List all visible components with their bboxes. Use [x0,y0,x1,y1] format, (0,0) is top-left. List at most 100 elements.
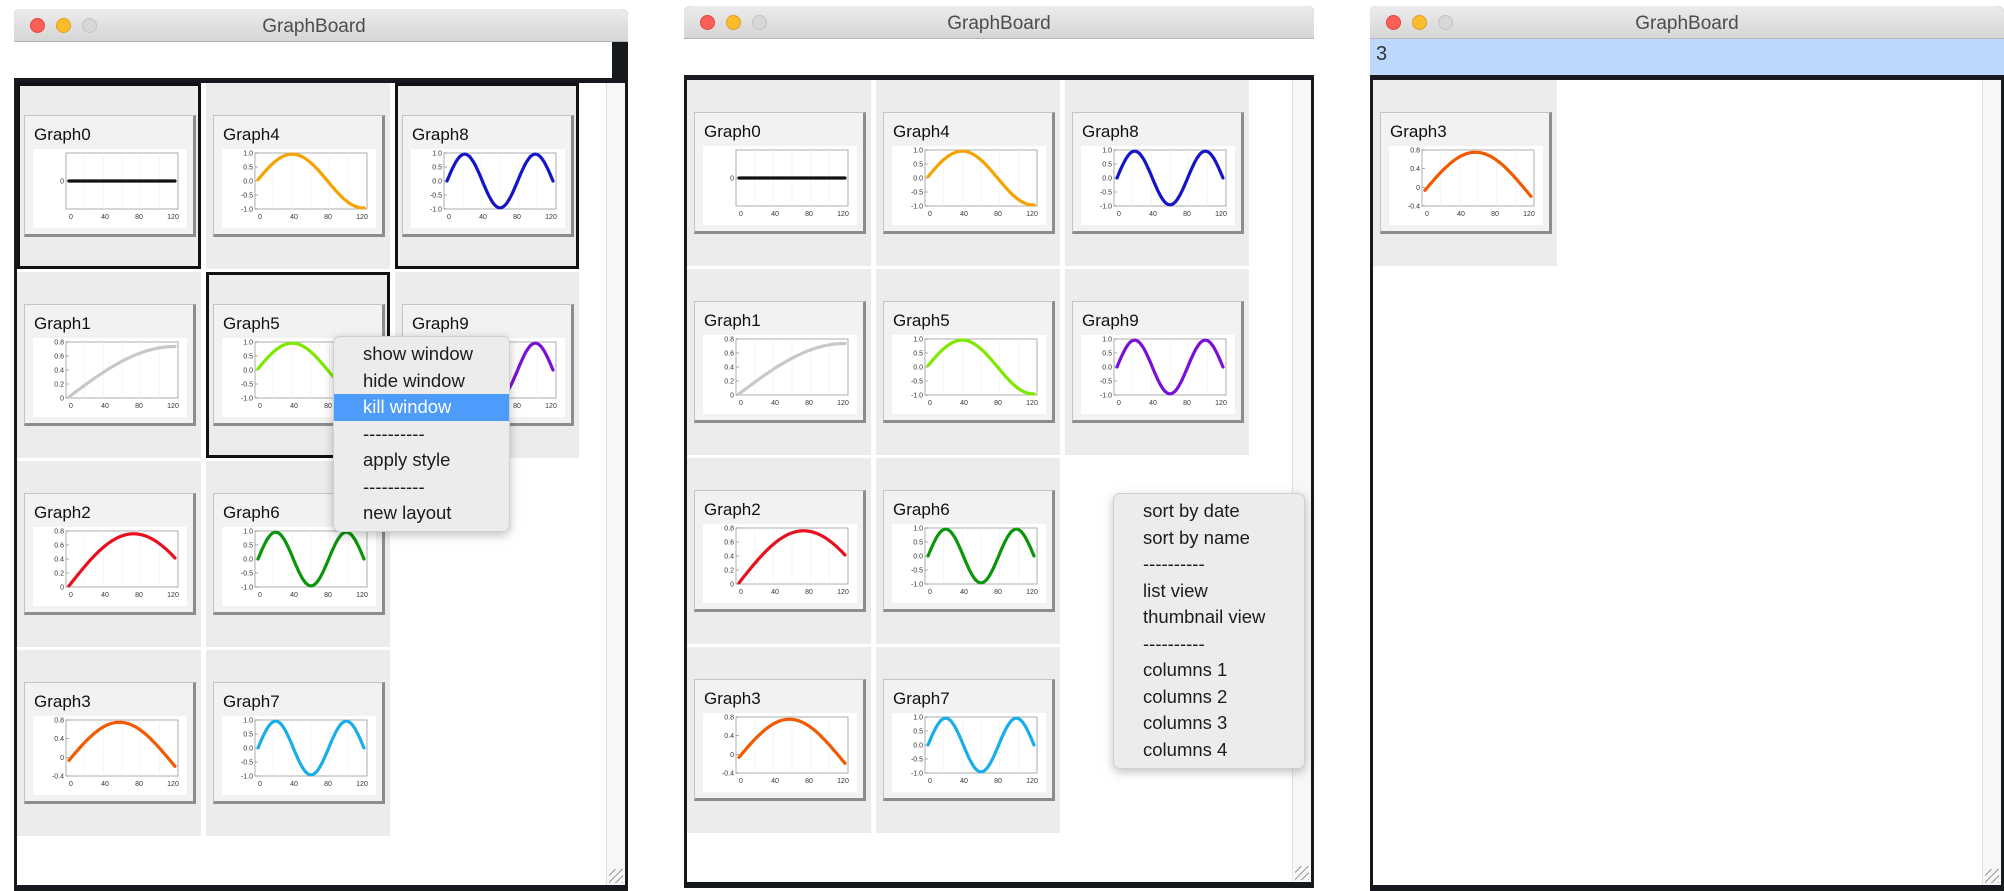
graph-cell[interactable]: Graph3 0.8 0.4 0 -0.4 0 40 80 120 [1373,80,1557,266]
graph-card[interactable]: Graph3 0.8 0.4 0 -0.4 0 40 80 120 [1380,112,1552,234]
menu-item[interactable]: columns 2 [1114,684,1304,711]
y-tick-label: 0.5 [243,165,253,172]
graph-cell[interactable]: Graph2 0.8 0.6 0.4 0.2 0 0 40 80 120 [17,461,201,647]
graph-cell[interactable]: Graph5 1.0 0.5 0.0 -0.5 -1.0 0 40 80 120 [876,269,1060,455]
graph-card[interactable]: Graph5 1.0 0.5 0.0 -0.5 -1.0 0 40 80 120 [883,301,1055,423]
y-tick-label: -1.0 [241,207,253,214]
y-tick-label: 0.6 [724,351,734,358]
resize-grip[interactable] [609,869,623,883]
graph-cell[interactable]: Graph8 1.0 0.5 0.0 -0.5 -1.0 0 40 80 120 [395,83,579,269]
graph-thumbnail: 0.8 0.4 0 -0.4 0 40 80 120 [33,716,187,795]
graph-card[interactable]: Graph8 1.0 0.5 0.0 -0.5 -1.0 0 40 80 120 [402,115,574,237]
menu-item[interactable]: kill window [334,394,509,421]
graph-board[interactable]: Graph3 0.8 0.4 0 -0.4 0 40 80 120 [1373,80,2001,885]
graph-card[interactable]: Graph9 1.0 0.5 0.0 -0.5 -1.0 0 40 80 120 [1072,301,1244,423]
x-tick-label: 80 [324,214,332,221]
graph-card[interactable]: Graph6 1.0 0.5 0.0 -0.5 -1.0 0 40 80 120 [883,490,1055,612]
x-tick-label: 0 [1425,211,1429,218]
filter-input[interactable]: 3 [1370,39,2004,77]
graph-cell[interactable]: Graph3 0.8 0.4 0 -0.4 0 40 80 120 [687,647,871,833]
y-tick-label: 0.5 [1102,162,1112,169]
graph-card[interactable]: Graph7 1.0 0.5 0.0 -0.5 -1.0 0 40 80 120 [213,682,385,804]
x-tick-label: 120 [545,214,557,221]
menu-item[interactable]: list view [1114,578,1304,605]
graph-card[interactable]: Graph3 0.8 0.4 0 -0.4 0 40 80 120 [24,682,196,804]
graph-card[interactable]: Graph2 0.8 0.6 0.4 0.2 0 0 40 80 120 [694,490,866,612]
graph-card[interactable]: Graph0 0 0 40 80 120 [694,112,866,234]
graph-cell[interactable]: Graph2 0.8 0.6 0.4 0.2 0 0 40 80 120 [687,458,871,644]
graph-card[interactable]: Graph3 0.8 0.4 0 -0.4 0 40 80 120 [694,679,866,801]
scrollbar[interactable] [606,83,625,885]
y-tick-label: 0.4 [54,736,64,743]
menu-item[interactable]: new layout [334,500,509,527]
graph-cell[interactable]: Graph4 1.0 0.5 0.0 -0.5 -1.0 0 40 80 120 [876,80,1060,266]
menu-separator: ---------- [1143,553,1205,574]
x-tick-label: 40 [771,589,779,596]
x-tick-label: 40 [771,400,779,407]
menu-item[interactable]: thumbnail view [1114,604,1304,631]
scrollbar[interactable] [1982,80,2001,885]
x-tick-label: 80 [135,781,143,788]
graph-cell[interactable]: Graph6 1.0 0.5 0.0 -0.5 -1.0 0 40 80 120 [876,458,1060,644]
menu-item[interactable]: apply style [334,447,509,474]
y-tick-label: -1.0 [241,585,253,592]
graph-card[interactable]: Graph8 1.0 0.5 0.0 -0.5 -1.0 0 40 80 120 [1072,112,1244,234]
x-tick-label: 40 [101,214,109,221]
y-tick-label: 0 [60,396,64,403]
title-bar[interactable]: GraphBoard [1370,6,2004,39]
window-title: GraphBoard [947,13,1051,34]
graph-cell[interactable]: Graph8 1.0 0.5 0.0 -0.5 -1.0 0 40 80 120 [1065,80,1249,266]
graph-cell[interactable]: Graph0 0 0 40 80 120 [17,83,201,269]
graph-title: Graph7 [893,689,950,708]
graph-card[interactable]: Graph1 0.8 0.6 0.4 0.2 0 0 40 80 120 [694,301,866,423]
y-tick-label: 0.0 [243,746,253,753]
y-tick-label: 0 [60,755,64,762]
menu-item[interactable]: show window [334,341,509,368]
graph-card[interactable]: Graph2 0.8 0.6 0.4 0.2 0 0 40 80 120 [24,493,196,615]
menu-item[interactable]: columns 3 [1114,710,1304,737]
graph-cell[interactable]: Graph7 1.0 0.5 0.0 -0.5 -1.0 0 40 80 120 [206,650,390,836]
menu-item[interactable]: columns 4 [1114,737,1304,764]
graph-card[interactable]: Graph1 0.8 0.6 0.4 0.2 0 0 40 80 120 [24,304,196,426]
graph-thumbnail-plot: 0.8 0.4 0 -0.4 0 40 80 120 [1408,148,1535,219]
y-tick-label: -0.5 [430,193,442,200]
graphboard-window-3: GraphBoard 3 Graph3 0.8 0.4 0 -0.4 0 40 80 120 [1370,6,2004,891]
graph-board[interactable]: Graph0 0 0 40 80 120 Graph4 1.0 0.5 0.0 -0.5 -1.0 0 4… [17,83,625,885]
graph-card[interactable]: Graph7 1.0 0.5 0.0 -0.5 -1.0 0 40 80 120 [883,679,1055,801]
y-tick-label: -0.5 [1100,379,1112,386]
title-bar[interactable]: GraphBoard [14,9,628,42]
graph-thumbnail-plot: 1.0 0.5 0.0 -0.5 -1.0 0 40 80 120 [241,529,368,600]
menu-item[interactable]: hide window [334,368,509,395]
menu-item[interactable]: sort by name [1114,525,1304,552]
x-tick-label: 40 [101,403,109,410]
y-tick-label: 0.0 [243,179,253,186]
x-tick-label: 0 [739,211,743,218]
graph-thumbnail-plot: 0.8 0.6 0.4 0.2 00 40 80 120 [54,340,179,411]
y-tick-label: 0.5 [243,543,253,550]
graph-cell[interactable]: Graph3 0.8 0.4 0 -0.4 0 40 80 120 [17,650,201,836]
title-bar[interactable]: GraphBoard [684,6,1314,39]
graph-card[interactable]: Graph0 0 0 40 80 120 [24,115,196,237]
x-tick-label: 80 [1183,211,1191,218]
x-tick-label: 0 [69,403,73,410]
filter-input[interactable] [684,39,1314,77]
graph-cell[interactable]: Graph1 0.8 0.6 0.4 0.2 0 0 40 80 120 [17,272,201,458]
graph-cell[interactable]: Graph7 1.0 0.5 0.0 -0.5 -1.0 0 40 80 120 [876,647,1060,833]
y-tick-label: 0.8 [54,340,64,347]
graph-cell[interactable]: Graph0 0 0 40 80 120 [687,80,871,266]
graph-title: Graph6 [893,500,950,519]
graph-cell[interactable]: Graph4 1.0 0.5 0.0 -0.5 -1.0 0 40 80 120 [206,83,390,269]
menu-item[interactable]: sort by date [1114,498,1304,525]
graph-thumbnail: 1.0 0.5 0.0 -0.5 -1.0 0 40 80 120 [222,149,376,228]
resize-grip[interactable] [1295,866,1309,880]
filter-input[interactable] [14,42,612,80]
resize-grip[interactable] [1985,869,1999,883]
graph-cell[interactable]: Graph1 0.8 0.6 0.4 0.2 0 0 40 80 120 [687,269,871,455]
menu-item[interactable]: columns 1 [1114,657,1304,684]
y-tick-label: 0.5 [243,732,253,739]
graph-card[interactable]: Graph4 1.0 0.5 0.0 -0.5 -1.0 0 40 80 120 [213,115,385,237]
x-tick-label: 0 [928,400,932,407]
graph-card[interactable]: Graph4 1.0 0.5 0.0 -0.5 -1.0 0 40 80 120 [883,112,1055,234]
y-tick-label: -0.4 [52,774,64,781]
graph-cell[interactable]: Graph9 1.0 0.5 0.0 -0.5 -1.0 0 40 80 120 [1065,269,1249,455]
